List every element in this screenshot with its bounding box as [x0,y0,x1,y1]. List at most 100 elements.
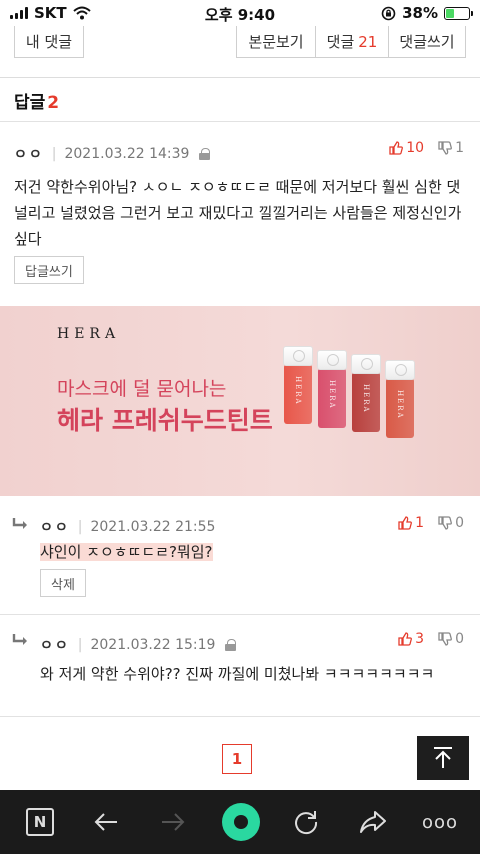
upvote-count: 3 [415,631,425,647]
upvote-button[interactable]: 3 [398,631,424,647]
vote-group: 3 0 [398,631,464,647]
comments-count: 21 [358,32,378,51]
reply-text: 와 저게 약한 수위야?? 진짜 까질에 미쳤나봐 ㅋㅋㅋㅋㅋㅋㅋㅋ [40,665,435,683]
forward-button[interactable] [155,804,191,840]
tint-bottle: HERA [351,354,381,432]
upvote-button[interactable]: 1 [398,515,424,531]
delete-label: 삭제 [51,577,75,593]
comments-tab[interactable]: 댓글 21 [315,26,389,58]
bottle-label: HERA [294,376,302,406]
thumbs-up-icon [389,141,404,155]
tint-bottle: HERA [283,346,313,424]
arrow-up-icon [434,747,452,768]
write-comment-button[interactable]: 댓글쓰기 [388,26,466,58]
downvote-button[interactable]: 1 [438,140,464,156]
reply-author[interactable]: ㅇㅇ [40,635,70,655]
reply-arrow-icon [12,518,27,529]
naver-n-icon: N [26,808,54,836]
comment-tab-strip: 내 댓글 본문보기 댓글 21 댓글쓰기 [0,26,480,78]
reply-body: 샤인이 ㅈㅇㅎㄸㄷㄹ?뭐임? [40,539,213,565]
upvote-button[interactable]: 10 [389,140,424,156]
thumbs-down-icon [438,516,452,530]
downvote-count: 0 [455,515,464,531]
more-button[interactable]: ooo [420,804,460,840]
downvote-count: 0 [455,631,464,647]
write-reply-label: 답글쓰기 [25,264,73,280]
meta-separator: | [77,519,83,535]
reply-body: 와 저게 약한 수위야?? 진짜 까질에 미쳤나봐 ㅋㅋㅋㅋㅋㅋㅋㅋ [40,661,434,687]
lock-icon [225,639,237,651]
meta-separator: | [51,146,57,162]
replies-label: 답글 [14,93,46,113]
my-comments-label: 내 댓글 [25,33,73,51]
green-dot-button[interactable] [221,802,261,842]
ad-headline: 마스크에 덜 묻어나는 [57,378,227,400]
naver-home-button[interactable]: N [22,804,58,840]
downvote-button[interactable]: 0 [438,515,464,531]
reply-author[interactable]: ㅇㅇ [40,517,70,537]
status-bar: SKT 오후 9:40 38% [0,0,480,26]
downvote-count: 1 [455,140,464,156]
bottle-cap [351,354,381,374]
bottle-label: HERA [396,390,404,420]
thumbs-down-icon [438,632,452,646]
share-icon [360,811,386,833]
vote-group: 10 1 [389,140,464,156]
bottle-cap [283,346,313,366]
tint-bottle: HERA [317,350,347,428]
write-reply-button[interactable]: 답글쓰기 [14,256,84,284]
back-button[interactable] [88,804,124,840]
page-number-label: 1 [231,750,243,768]
comment-body: 저건 약한수위아님? ㅅㅇㄴ ㅈㅇㅎㄸㄷㄹ 때문에 저거보다 훨씬 심한 댓 널… [14,174,474,252]
main-comment: ㅇㅇ | 2021.03.22 14:39 10 1 저건 약한수위아님? ㅅㅇ… [0,122,480,306]
page-number-current[interactable]: 1 [222,744,252,774]
reply-item: ㅇㅇ | 2021.03.22 21:55 1 0 샤인이 ㅈㅇㅎㄸㄷㄹ?뭐임?… [0,497,480,613]
comment-line: 널리고 널렸었음 그런거 보고 재밌다고 낄낄거리는 사람들은 제정신인가 [14,204,462,222]
status-right: 38% [381,4,473,22]
comments-tab-label: 댓글 [326,33,355,51]
reply-arrow-icon [12,634,27,645]
downvote-button[interactable]: 0 [438,631,464,647]
comment-line: 싶다 [14,230,42,248]
tint-bottle: HERA [385,360,415,438]
ad-brand: HERA [57,326,121,342]
delete-button[interactable]: 삭제 [40,569,86,597]
upvote-count: 1 [415,515,425,531]
write-comment-label: 댓글쓰기 [399,33,455,51]
bottle-cap [385,360,415,380]
scroll-to-top-button[interactable] [417,736,469,780]
browser-toolbar: N ooo [0,790,480,854]
hera-ad-banner[interactable]: HERA 마스크에 덜 묻어나는 헤라 프레쉬누드틴트 HERA HERA HERA… [0,306,480,496]
share-button[interactable] [355,804,391,840]
view-post-label: 본문보기 [248,33,304,51]
green-dot-icon [222,803,260,841]
reply-date: 2021.03.22 15:19 [90,637,216,653]
reply-item: ㅇㅇ | 2021.03.22 15:19 3 0 와 저게 약한 수위야?? … [0,615,480,715]
comment-meta: ㅇㅇ | 2021.03.22 14:39 [14,144,211,164]
rotation-lock-icon [381,6,396,20]
reply-meta: ㅇㅇ | 2021.03.22 15:19 [40,635,237,655]
refresh-button[interactable] [288,804,324,840]
comment-date: 2021.03.22 14:39 [64,146,190,162]
refresh-icon [295,811,318,835]
thumbs-up-icon [398,516,413,530]
view-post-button[interactable]: 본문보기 [236,26,316,58]
replies-count: 2 [47,93,60,113]
back-arrow-icon [94,813,117,831]
forward-arrow-icon [162,813,185,831]
ad-product: 헤라 프레쉬누드틴트 [57,406,273,435]
reply-text: 샤인이 ㅈㅇㅎㄸㄷㄹ?뭐임? [40,543,213,561]
meta-separator: | [77,637,83,653]
bottle-label: HERA [328,380,336,410]
more-icon: ooo [421,811,459,833]
divider [0,716,480,717]
replies-header: 답글 2 [14,88,59,113]
bottle-label: HERA [362,384,370,414]
my-comments-button[interactable]: 내 댓글 [14,26,84,58]
upvote-count: 10 [406,140,425,156]
thumbs-up-icon [398,632,413,646]
battery-icon [444,6,473,20]
comment-author[interactable]: ㅇㅇ [14,144,44,164]
battery-percent: 38% [402,4,438,22]
lock-icon [199,148,211,160]
